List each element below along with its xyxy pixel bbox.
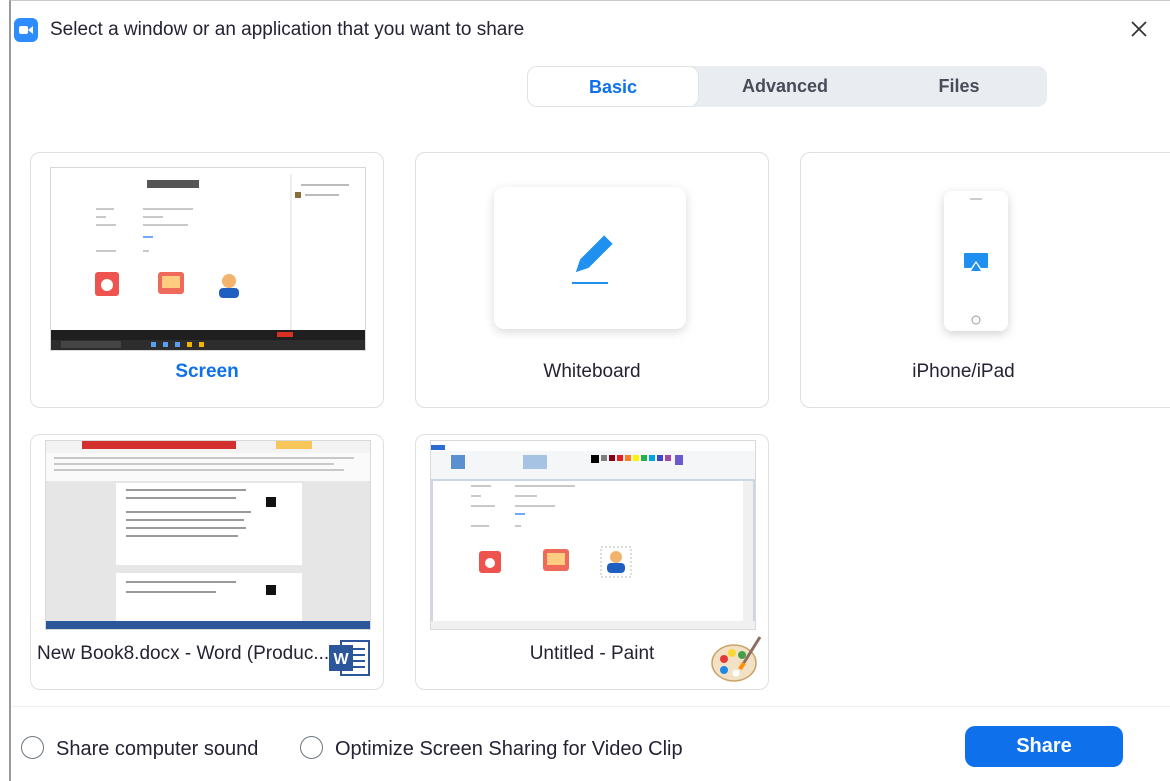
optimize-video-clip-label: Optimize Screen Sharing for Video Clip — [335, 738, 683, 760]
tab-files[interactable]: Files — [871, 66, 1047, 107]
share-tabs: Basic Advanced Files — [527, 66, 1047, 107]
airplay-icon — [964, 253, 988, 271]
share-option-iphone-ipad[interactable]: iPhone/iPad — [800, 152, 1170, 408]
zoom-camera-icon — [14, 18, 38, 42]
svg-text:W: W — [333, 651, 349, 668]
whiteboard-card — [494, 187, 686, 329]
tile-label-iphone-ipad: iPhone/iPad — [912, 361, 1015, 382]
tile-label-whiteboard: Whiteboard — [543, 361, 641, 382]
close-icon[interactable] — [1126, 16, 1152, 42]
share-option-word-window[interactable]: New Book8.docx - Word (Produc... W — [30, 434, 384, 690]
share-button[interactable]: Share — [965, 726, 1123, 767]
share-computer-sound-checkbox[interactable] — [21, 736, 44, 759]
phone-illustration — [944, 191, 1008, 331]
pen-icon — [572, 235, 613, 284]
share-option-paint-window[interactable]: Untitled - Paint — [415, 434, 769, 690]
paint-palette-icon — [711, 636, 762, 682]
screen-thumbnail — [50, 167, 366, 351]
tile-label-screen: Screen — [175, 361, 239, 382]
paint-thumbnail — [430, 440, 756, 630]
word-thumbnail — [45, 440, 371, 630]
share-option-whiteboard[interactable]: Whiteboard — [415, 152, 769, 408]
optimize-video-clip-checkbox[interactable] — [300, 736, 323, 759]
bottom-divider — [12, 706, 1170, 707]
tab-advanced[interactable]: Advanced — [699, 66, 871, 107]
tile-label-word-window: New Book8.docx - Word (Produc... — [37, 643, 330, 664]
share-option-screen[interactable]: Screen — [30, 152, 384, 408]
word-icon: W — [329, 640, 370, 676]
tab-basic[interactable]: Basic — [527, 66, 699, 107]
share-computer-sound-label: Share computer sound — [56, 738, 259, 760]
dialog-title: Select a window or an application that y… — [50, 19, 525, 40]
title-bar: Select a window or an application that y… — [14, 14, 1154, 46]
